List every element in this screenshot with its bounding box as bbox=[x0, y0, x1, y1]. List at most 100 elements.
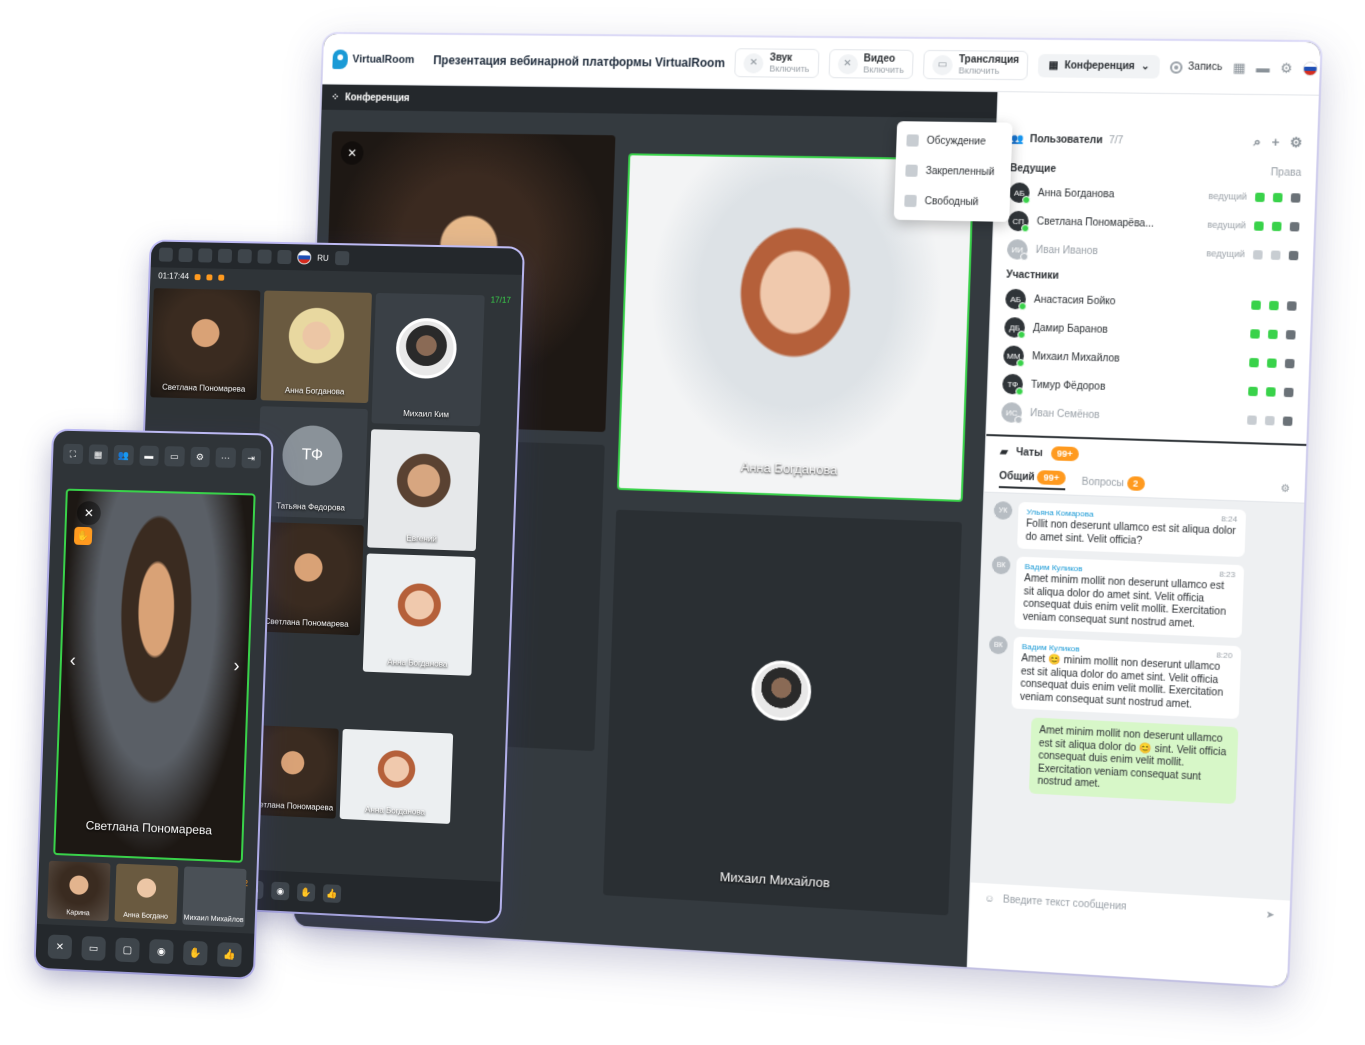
tablet-tile[interactable]: Анна Богданова bbox=[362, 553, 476, 676]
tablet-tile[interactable]: ТФ Татьяна Федорова bbox=[256, 406, 368, 520]
record-button[interactable]: Запись bbox=[1170, 60, 1222, 74]
user-name: Иван Семёнов bbox=[1029, 407, 1100, 421]
thumbnail[interactable]: Анна Богдано bbox=[114, 863, 179, 925]
tablet-tile[interactable]: Михаил Ким bbox=[371, 292, 485, 427]
screen-share-icon[interactable]: ▢ bbox=[115, 937, 140, 963]
screen-icon[interactable] bbox=[237, 249, 252, 264]
screen-icon[interactable] bbox=[1286, 300, 1297, 311]
hand-icon[interactable]: ✋ bbox=[182, 940, 208, 966]
send-icon[interactable]: ➤ bbox=[1266, 910, 1275, 922]
grid-icon[interactable] bbox=[178, 247, 193, 263]
brand-name: VirtualRoom bbox=[352, 53, 415, 66]
screen-icon[interactable] bbox=[1288, 250, 1299, 260]
more-icon[interactable]: ⋯ bbox=[215, 447, 236, 468]
thumbnail[interactable]: Карина bbox=[47, 860, 111, 922]
mic-icon[interactable] bbox=[1250, 328, 1260, 339]
flag-ru-icon[interactable] bbox=[297, 250, 312, 265]
gear-icon[interactable]: ⚙ bbox=[1290, 135, 1303, 152]
settings-icon[interactable]: ⚙ bbox=[1280, 59, 1293, 78]
layout-option-free[interactable]: Свободный bbox=[894, 186, 1010, 218]
avatar: ДБ bbox=[1004, 317, 1026, 338]
audio-toggle[interactable]: ✕ Звук Включить bbox=[734, 48, 820, 79]
mic-icon[interactable] bbox=[1255, 192, 1265, 202]
message-text: Amet 😊 minim mollit non deserunt ullamco… bbox=[1019, 653, 1224, 711]
brand-logo[interactable]: VirtualRoom bbox=[332, 49, 414, 69]
tablet-tile[interactable]: Анна Богданова bbox=[339, 728, 454, 824]
tablet-tile[interactable]: Светлана Пономарева bbox=[252, 521, 364, 636]
phone-controls: ✕ ▭ ▢ ◉ ✋ 👍 bbox=[35, 923, 255, 978]
camera-icon[interactable] bbox=[1267, 329, 1278, 339]
camera-icon[interactable] bbox=[1270, 249, 1281, 260]
record-icon[interactable]: ◉ bbox=[148, 938, 174, 965]
chevron-left-icon[interactable]: ‹ bbox=[69, 650, 77, 671]
hand-icon[interactable]: ✋ bbox=[296, 882, 316, 902]
gear-icon[interactable]: ⚙ bbox=[1280, 483, 1290, 495]
folder-icon[interactable]: ▬ bbox=[138, 445, 159, 466]
video-toggle[interactable]: ✕ Видео Включить bbox=[827, 49, 914, 80]
search-icon[interactable]: ⌕ bbox=[1253, 134, 1261, 151]
settings-icon[interactable] bbox=[257, 249, 272, 264]
screen-icon[interactable] bbox=[1289, 221, 1300, 231]
add-icon[interactable]: + bbox=[1271, 134, 1280, 151]
screen-icon[interactable] bbox=[1285, 329, 1296, 340]
camera-icon[interactable] bbox=[1272, 192, 1283, 202]
user-controls bbox=[1252, 249, 1299, 260]
tab-questions[interactable]: Вопросы 2 bbox=[1081, 476, 1145, 491]
mic-icon[interactable] bbox=[1247, 414, 1257, 425]
settings-icon[interactable]: ⚙ bbox=[189, 446, 211, 468]
conference-layout-button[interactable]: ▦ Конференция ⌄ bbox=[1037, 53, 1161, 79]
camera-icon[interactable] bbox=[1269, 300, 1279, 310]
exit-icon[interactable]: ⇥ bbox=[240, 447, 262, 469]
phone-main-video[interactable]: ✕ ✋ ‹ › Светлана Пономарева bbox=[53, 488, 256, 863]
like-icon[interactable]: 👍 bbox=[322, 884, 342, 904]
mic-icon[interactable] bbox=[1249, 357, 1259, 367]
camera-icon[interactable] bbox=[1266, 357, 1277, 368]
info-icon[interactable] bbox=[334, 251, 349, 266]
camera-off-icon: ✕ bbox=[837, 53, 858, 74]
layout-option-label: Свободный bbox=[924, 195, 979, 208]
camera-icon[interactable] bbox=[1264, 415, 1275, 425]
users-icon[interactable]: 👥 bbox=[113, 444, 134, 466]
grid-icon[interactable]: ▦ bbox=[88, 444, 109, 465]
message-list: УК Ульяна Комарова 8:24 Follit non deserunt… bbox=[970, 492, 1305, 901]
tablet-tile[interactable]: Светлана Пономарева bbox=[150, 288, 261, 401]
tablet-tile[interactable]: Евгений bbox=[367, 429, 480, 552]
mic-icon[interactable] bbox=[1248, 386, 1258, 396]
screen-icon[interactable] bbox=[1290, 192, 1301, 203]
video-tile-mikhail[interactable]: Михаил Михайлов bbox=[602, 509, 962, 916]
mic-icon[interactable] bbox=[1254, 220, 1264, 231]
layout-option-discussion[interactable]: Обсуждение bbox=[896, 125, 1013, 157]
user-role: ведущий bbox=[1208, 190, 1247, 202]
chat-icon: ▰ bbox=[999, 446, 1009, 458]
fullscreen-icon[interactable] bbox=[158, 247, 173, 262]
like-icon[interactable]: 👍 bbox=[216, 942, 242, 968]
mic-icon[interactable] bbox=[1251, 299, 1261, 310]
folder-icon[interactable]: ▬ bbox=[1256, 59, 1270, 78]
screen-icon[interactable] bbox=[1284, 358, 1295, 368]
users-icon[interactable] bbox=[198, 248, 213, 263]
tablet-tile[interactable]: Анна Богданова bbox=[260, 290, 372, 404]
apps-icon[interactable]: ▦ bbox=[1232, 58, 1246, 77]
emoji-icon[interactable]: ☺ bbox=[984, 893, 995, 905]
layout-icon[interactable] bbox=[277, 249, 292, 265]
tab-questions-label: Вопросы bbox=[1081, 476, 1125, 490]
layout-option-pinned[interactable]: Закрепленный bbox=[895, 155, 1012, 187]
thumbnail-name: Михаил Михайлов bbox=[183, 914, 244, 925]
fullscreen-icon[interactable]: ⛶ bbox=[62, 443, 83, 465]
mic-icon[interactable] bbox=[1252, 249, 1263, 260]
screen-icon[interactable] bbox=[1282, 415, 1293, 426]
record-icon[interactable]: ◉ bbox=[271, 881, 290, 901]
folder-icon bbox=[206, 273, 213, 280]
folder-icon[interactable] bbox=[217, 248, 233, 263]
camera-icon[interactable] bbox=[1271, 221, 1282, 231]
camera-off-icon[interactable]: ▭ bbox=[81, 935, 106, 961]
screen-icon[interactable]: ▭ bbox=[164, 446, 185, 467]
stream-toggle[interactable]: ▭ Трансляция Включить bbox=[922, 49, 1029, 81]
screen-icon[interactable] bbox=[1283, 387, 1294, 397]
thumbnail[interactable]: Михаил Михайлов bbox=[182, 866, 247, 928]
chevron-right-icon[interactable]: › bbox=[233, 656, 240, 677]
tab-general[interactable]: Общий 99+ bbox=[998, 470, 1066, 491]
language-selector[interactable]: RU bbox=[1302, 61, 1321, 76]
camera-icon[interactable] bbox=[1265, 386, 1276, 397]
mic-off-icon[interactable]: ✕ bbox=[47, 934, 73, 960]
